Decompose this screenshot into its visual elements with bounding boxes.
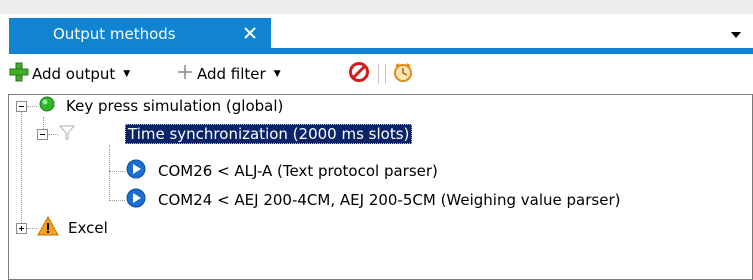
tree-node[interactable]: Key press simulation (global) (37, 95, 286, 117)
tab-strip-background (0, 0, 753, 14)
tree-node-label: Key press simulation (global) (66, 97, 284, 115)
expand-toggle[interactable] (16, 223, 27, 234)
tree-connector (109, 145, 110, 201)
toolbar-separator (378, 64, 379, 84)
remove-icon (348, 61, 370, 87)
output-methods-tree[interactable]: Key press simulation (global) Time synch… (8, 94, 753, 280)
warning-icon (37, 215, 59, 240)
scheduler-button[interactable] (392, 62, 414, 86)
toolbar: Add output ▼ Add filter ▼ (0, 54, 753, 94)
tab-title: Output methods (53, 25, 176, 43)
tree-node-label: COM26 < ALJ-A (Text protocol parser) (158, 162, 438, 180)
tab-output-methods[interactable]: Output methods (9, 18, 271, 50)
tree-connector (27, 106, 37, 107)
scheduler-icon (392, 61, 414, 87)
toolbar-separator (385, 64, 386, 84)
add-output-button[interactable]: Add output ▼ (8, 62, 130, 86)
tree-connector (27, 228, 37, 229)
tree-node-label: Excel (68, 219, 108, 237)
add-filter-button[interactable]: Add filter ▼ (175, 62, 281, 86)
tree-node-label: Time synchronization (2000 ms slots) (125, 124, 413, 144)
tree-connector (21, 112, 22, 229)
tree-node[interactable]: Time synchronization (2000 ms slots) (57, 122, 413, 146)
close-icon[interactable] (241, 24, 259, 42)
tree-connector (109, 171, 125, 172)
add-filter-label: Add filter (197, 65, 266, 83)
tree-node[interactable]: COM26 < ALJ-A (Text protocol parser) (125, 158, 441, 184)
tree-node[interactable]: COM24 < AEJ 200-4CM, AEJ 200-5CM (Weighi… (125, 187, 623, 213)
tree-connector (109, 200, 125, 201)
collapse-toggle[interactable] (37, 129, 48, 140)
dropdown-arrow-icon: ▼ (273, 69, 281, 79)
filter-icon (175, 62, 195, 86)
add-plus-icon (8, 61, 30, 87)
tree-node[interactable]: Excel (37, 215, 111, 240)
collapse-toggle[interactable] (16, 101, 27, 112)
chevron-down-icon[interactable] (726, 28, 746, 42)
blue-play-icon (125, 158, 147, 184)
tab-strip: Output methods (0, 0, 753, 58)
green-status-icon (37, 94, 57, 118)
tree-node-label: COM24 < AEJ 200-4CM, AEJ 200-5CM (Weighi… (158, 191, 621, 209)
blue-play-icon (125, 187, 147, 213)
add-output-label: Add output (32, 65, 116, 83)
filter-funnel-icon (57, 122, 77, 146)
dropdown-arrow-icon: ▼ (123, 69, 131, 79)
remove-button[interactable] (348, 62, 370, 86)
